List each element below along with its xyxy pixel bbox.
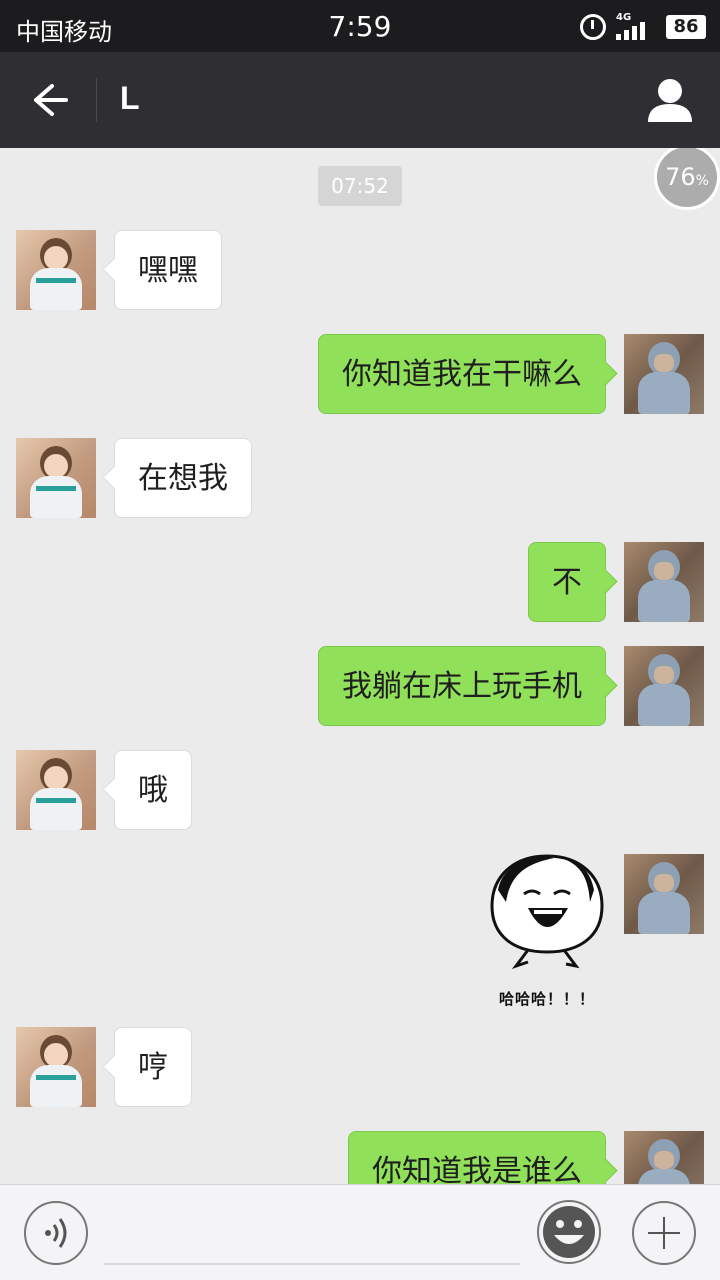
contact-avatar[interactable] bbox=[16, 438, 96, 518]
my-avatar[interactable] bbox=[624, 854, 704, 934]
status-bar: 中国移动 7:59 4G 86 bbox=[0, 0, 720, 52]
message-bubble-sent[interactable]: 你知道我是谁么 bbox=[348, 1131, 606, 1184]
back-arrow-icon[interactable] bbox=[20, 72, 76, 128]
laughing-face-sticker bbox=[490, 854, 604, 969]
message-bubble-received[interactable]: 哼 bbox=[114, 1027, 192, 1107]
my-avatar[interactable] bbox=[624, 646, 704, 726]
my-avatar[interactable] bbox=[624, 1131, 704, 1184]
my-avatar[interactable] bbox=[624, 542, 704, 622]
sticker-message[interactable]: 哈哈哈！！！ bbox=[484, 850, 614, 1010]
message-bubble-received[interactable]: 嘿嘿 bbox=[114, 230, 222, 310]
progress-value: 76 bbox=[665, 163, 696, 191]
message-input[interactable] bbox=[104, 1263, 520, 1265]
person-icon[interactable] bbox=[644, 74, 696, 126]
signal-icon: 4G bbox=[616, 12, 656, 40]
progress-unit: % bbox=[695, 173, 709, 189]
contact-avatar[interactable] bbox=[16, 750, 96, 830]
progress-indicator: 76% bbox=[654, 148, 720, 210]
chat-header: L bbox=[0, 52, 720, 148]
alarm-icon bbox=[580, 14, 606, 40]
battery-icon: 86 bbox=[666, 15, 706, 39]
message-timestamp: 07:52 bbox=[318, 166, 402, 206]
message-bubble-sent[interactable]: 你知道我在干嘛么 bbox=[318, 334, 606, 414]
contact-avatar[interactable] bbox=[16, 230, 96, 310]
emoji-icon[interactable] bbox=[536, 1199, 602, 1265]
message-bubble-received[interactable]: 哦 bbox=[114, 750, 192, 830]
contact-avatar[interactable] bbox=[16, 1027, 96, 1107]
sticker-caption: 哈哈哈！！！ bbox=[498, 990, 595, 1008]
header-divider bbox=[96, 78, 97, 122]
my-avatar[interactable] bbox=[624, 334, 704, 414]
message-bubble-sent[interactable]: 不 bbox=[528, 542, 606, 622]
voice-icon[interactable] bbox=[24, 1201, 88, 1265]
status-icons: 4G 86 bbox=[580, 12, 706, 42]
plus-icon[interactable] bbox=[632, 1201, 696, 1265]
message-bubble-received[interactable]: 在想我 bbox=[114, 438, 252, 518]
chat-title: L bbox=[120, 80, 140, 116]
message-list[interactable]: 07:52 76% 嘿嘿 你知道我在干嘛么 在想我 不 我躺在床上玩手机 哦 哈… bbox=[0, 148, 720, 1184]
message-bubble-sent[interactable]: 我躺在床上玩手机 bbox=[318, 646, 606, 726]
input-bar bbox=[0, 1184, 720, 1280]
